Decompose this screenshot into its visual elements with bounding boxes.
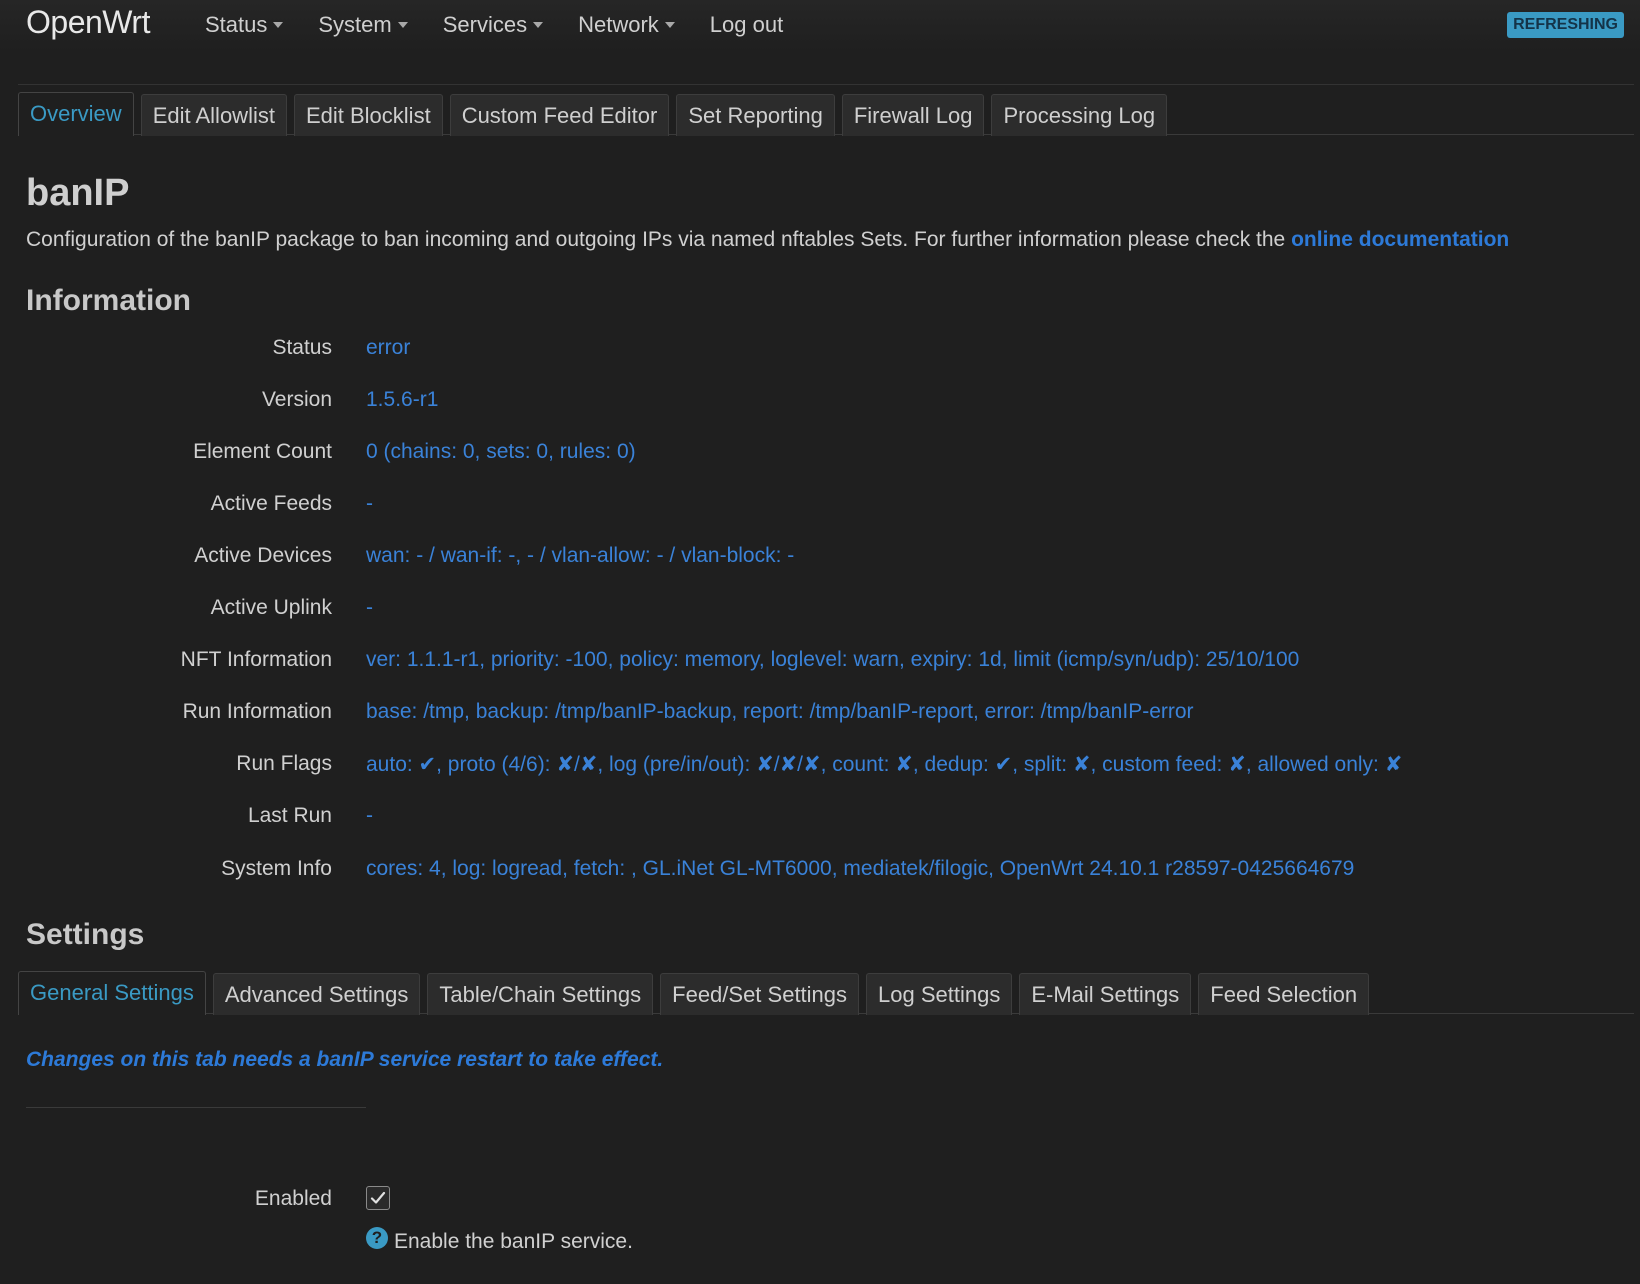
- information-title: Information: [26, 284, 191, 317]
- info-label-element-count: Element Count: [193, 440, 332, 463]
- page-title: banIP: [26, 172, 130, 214]
- menu-logout-label: Log out: [709, 12, 784, 37]
- info-value-status: error: [366, 336, 411, 359]
- description-text: Configuration of the banIP package to ba…: [26, 228, 1286, 251]
- tab-edit-allowlist[interactable]: Edit Allowlist: [140, 94, 287, 136]
- menu-logout[interactable]: Log out: [710, 12, 783, 38]
- info-value-version: 1.5.6-r1: [366, 388, 439, 411]
- info-label-run-flags: Run Flags: [236, 752, 332, 775]
- info-row-system-info: System Info cores: 4, log: logread, fetc…: [0, 851, 1640, 887]
- info-label-active-uplink: Active Uplink: [210, 596, 332, 619]
- enabled-checkbox[interactable]: [366, 1186, 390, 1210]
- info-row-version: Version 1.5.6-r1: [0, 382, 1640, 418]
- info-row-last-run: Last Run -: [0, 798, 1640, 834]
- enabled-help-text: Enable the banIP service.: [394, 1230, 633, 1253]
- info-label-run-information: Run Information: [182, 700, 332, 723]
- info-row-nft-information: NFT Information ver: 1.1.1-r1, priority:…: [0, 642, 1640, 678]
- caret-down-icon: [664, 21, 675, 28]
- info-label-status: Status: [272, 336, 332, 359]
- info-value-active-uplink: -: [366, 596, 373, 619]
- info-value-active-devices: wan: - / wan-if: -, - / vlan-allow: - / …: [366, 544, 795, 567]
- info-row-active-uplink: Active Uplink -: [0, 590, 1640, 626]
- main-menu: Status System Services Network Log out: [205, 12, 818, 38]
- info-label-system-info: System Info: [221, 857, 332, 880]
- refreshing-indicator[interactable]: REFRESHING: [1507, 12, 1624, 38]
- info-row-status: Status error: [0, 330, 1640, 366]
- caret-down-icon: [397, 21, 408, 28]
- info-value-element-count: 0 (chains: 0, sets: 0, rules: 0): [366, 440, 636, 463]
- header-divider: [18, 84, 1634, 85]
- tab-processing-log[interactable]: Processing Log: [991, 94, 1168, 136]
- restart-note: Changes on this tab needs a banIP servic…: [26, 1048, 664, 1071]
- caret-down-icon: [273, 21, 284, 28]
- menu-status-label: Status: [205, 12, 268, 37]
- top-header: OpenWrt Status System Services Network L…: [0, 0, 1640, 52]
- menu-system-label: System: [318, 12, 392, 37]
- menu-status[interactable]: Status: [205, 12, 284, 38]
- page-description: Configuration of the banIP package to ba…: [26, 228, 1509, 252]
- tab-custom-feed-editor[interactable]: Custom Feed Editor: [449, 94, 670, 136]
- info-label-active-feeds: Active Feeds: [210, 492, 332, 515]
- tab-log-settings[interactable]: Log Settings: [866, 973, 1013, 1015]
- info-row-active-feeds: Active Feeds -: [0, 486, 1640, 522]
- info-row-run-flags: Run Flags auto: ✔, proto (4/6): ✘/✘, log…: [0, 746, 1640, 782]
- info-label-version: Version: [261, 388, 332, 411]
- info-value-run-flags: auto: ✔, proto (4/6): ✘/✘, log (pre/in/o…: [366, 753, 1403, 776]
- menu-services[interactable]: Services: [442, 12, 544, 38]
- info-value-nft-information: ver: 1.1.1-r1, priority: -100, policy: m…: [366, 648, 1300, 671]
- tab-general-settings[interactable]: General Settings: [18, 971, 206, 1015]
- menu-network-label: Network: [578, 12, 659, 37]
- help-icon[interactable]: ?: [366, 1227, 388, 1249]
- main-tabs: Overview Edit Allowlist Edit Blocklist C…: [18, 92, 1174, 136]
- tab-edit-blocklist[interactable]: Edit Blocklist: [293, 94, 443, 136]
- menu-services-label: Services: [442, 12, 528, 37]
- info-label-nft-information: NFT Information: [180, 648, 332, 671]
- info-value-system-info: cores: 4, log: logread, fetch: , GL.iNet…: [366, 857, 1355, 880]
- tab-table-chain-settings[interactable]: Table/Chain Settings: [427, 973, 654, 1015]
- info-label-active-devices: Active Devices: [194, 544, 332, 567]
- info-value-last-run: -: [366, 804, 373, 827]
- info-label-last-run: Last Run: [247, 804, 332, 827]
- tab-set-reporting[interactable]: Set Reporting: [676, 94, 835, 136]
- tab-firewall-log[interactable]: Firewall Log: [841, 94, 985, 136]
- online-documentation-link[interactable]: online documentation: [1291, 228, 1509, 251]
- menu-network[interactable]: Network: [578, 12, 675, 38]
- enabled-help: ? Enable the banIP service.: [366, 1227, 633, 1254]
- enabled-label: Enabled: [254, 1187, 332, 1210]
- tab-overview[interactable]: Overview: [18, 92, 134, 136]
- menu-system[interactable]: System: [318, 12, 408, 38]
- tab-email-settings[interactable]: E-Mail Settings: [1019, 973, 1192, 1015]
- brand-logo[interactable]: OpenWrt: [26, 4, 150, 41]
- info-row-active-devices: Active Devices wan: - / wan-if: -, - / v…: [0, 538, 1640, 574]
- settings-title: Settings: [26, 918, 145, 951]
- tab-feed-selection[interactable]: Feed Selection: [1198, 973, 1370, 1015]
- info-row-element-count: Element Count 0 (chains: 0, sets: 0, rul…: [0, 434, 1640, 470]
- tab-advanced-settings[interactable]: Advanced Settings: [212, 973, 421, 1015]
- section-divider: [26, 1107, 366, 1108]
- checkmark-icon: [370, 1191, 386, 1204]
- settings-tabs: General Settings Advanced Settings Table…: [18, 971, 1376, 1015]
- caret-down-icon: [533, 21, 544, 28]
- info-value-run-information: base: /tmp, backup: /tmp/banIP-backup, r…: [366, 700, 1194, 723]
- info-row-run-information: Run Information base: /tmp, backup: /tmp…: [0, 694, 1640, 730]
- tab-feed-set-settings[interactable]: Feed/Set Settings: [660, 973, 860, 1015]
- info-value-active-feeds: -: [366, 492, 373, 515]
